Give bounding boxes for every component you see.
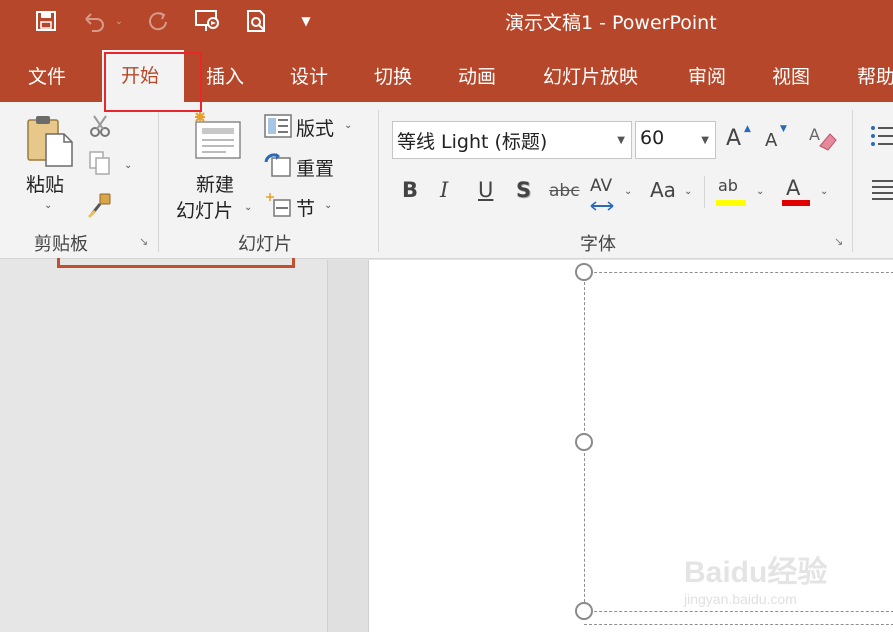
layout-dropdown-icon[interactable]: ⌄ (344, 120, 352, 131)
document-title: 演示文稿1 - PowerPoint (505, 12, 717, 34)
char-spacing-arrow-icon (589, 196, 615, 215)
font-name-dropdown-icon[interactable]: ▼ (617, 135, 625, 146)
highlight-button[interactable]: ab (718, 176, 738, 195)
customize-qa-icon[interactable]: ▼ (296, 8, 316, 34)
tab-home-label: 开始 (121, 65, 160, 87)
title-bar: ⌄ ▼ 演示文稿1 - PowerPoint (0, 0, 893, 50)
font-size-combo[interactable]: 60 ▼ (635, 121, 716, 159)
align-icon[interactable] (868, 178, 893, 204)
undo-dropdown-icon[interactable]: ⌄ (112, 8, 126, 34)
redo-icon[interactable] (144, 8, 172, 34)
reset-icon[interactable] (264, 152, 292, 182)
resize-handle-middle-left[interactable] (575, 433, 593, 451)
section-label[interactable]: 节 (296, 194, 315, 221)
undo-icon[interactable] (80, 8, 108, 34)
new-slide-icon[interactable] (190, 110, 244, 164)
shrink-font-icon[interactable]: A (765, 130, 777, 151)
font-name-combo[interactable]: 等线 Light (标题) ▼ (392, 121, 632, 159)
change-case-button[interactable]: Aa (650, 178, 676, 202)
reset-label[interactable]: 重置 (296, 154, 334, 181)
font-name-value: 等线 Light (标题) (397, 131, 548, 153)
save-icon[interactable] (32, 8, 60, 34)
layout-label[interactable]: 版式 (296, 114, 334, 141)
tab-animations[interactable]: 动画 (458, 62, 496, 89)
copy-dropdown-icon[interactable]: ⌄ (124, 160, 132, 171)
layout-icon[interactable] (264, 114, 292, 142)
selected-slide-thumbnail[interactable] (57, 258, 295, 268)
underline-button[interactable]: U (478, 178, 493, 202)
font-group-label: 字体 (580, 234, 616, 255)
grow-font-icon[interactable]: A (726, 126, 741, 151)
tab-insert[interactable]: 插入 (206, 62, 244, 89)
print-preview-icon[interactable] (242, 8, 272, 34)
font-size-dropdown-icon[interactable]: ▼ (701, 135, 709, 146)
bold-button[interactable]: B (402, 178, 418, 202)
watermark-url: jingyan.baidu.com (684, 591, 797, 607)
tab-transitions[interactable]: 切换 (374, 62, 412, 89)
separator (704, 176, 705, 208)
clipboard-group-label: 剪贴板 (34, 234, 88, 255)
clipboard-launcher-icon[interactable]: ↘ (139, 236, 151, 248)
section-dropdown-icon[interactable]: ⌄ (324, 200, 332, 211)
format-painter-icon[interactable] (86, 192, 114, 222)
italic-button[interactable]: I (440, 178, 448, 202)
tab-slideshow[interactable]: 幻灯片放映 (543, 62, 638, 89)
tab-help[interactable]: 帮助 (857, 62, 893, 89)
svg-text:A: A (809, 125, 820, 144)
watermark: Baidu经验 jingyan.baidu.com (676, 535, 851, 615)
tab-design[interactable]: 设计 (290, 62, 328, 89)
paste-icon[interactable] (24, 112, 76, 168)
font-size-value: 60 (640, 127, 665, 149)
tab-review[interactable]: 审阅 (688, 62, 726, 89)
text-shadow-button[interactable]: S (516, 178, 531, 202)
grow-arrow-icon: ▲ (744, 124, 751, 134)
ribbon-home: 粘贴 ⌄ ⌄ 剪贴板 ↘ 新建 幻灯片 ⌄ 版式 ⌄ 重置 节 ⌄ 幻灯片 等线… (0, 102, 893, 259)
resize-handle-bottom-left[interactable] (575, 602, 593, 620)
cut-icon[interactable] (88, 114, 112, 142)
font-color-swatch (782, 200, 810, 206)
pane-splitter[interactable] (327, 260, 368, 632)
strikethrough-button[interactable]: abc (549, 181, 580, 201)
tab-home[interactable]: 开始 (102, 50, 184, 103)
font-color-dropdown-icon[interactable]: ⌄ (820, 186, 828, 197)
new-slide-label-2[interactable]: 幻灯片 (176, 196, 233, 223)
font-color-button[interactable]: A (786, 176, 800, 200)
subtitle-placeholder[interactable] (584, 624, 893, 632)
new-slide-label-1[interactable]: 新建 (196, 170, 234, 197)
watermark-logo: Baidu经验 (684, 556, 828, 589)
slides-group-label: 幻灯片 (238, 234, 292, 255)
group-separator (852, 110, 853, 252)
paste-dropdown-icon[interactable]: ⌄ (44, 200, 52, 211)
slide-thumbnail-pane[interactable] (0, 260, 327, 632)
group-separator (158, 110, 159, 252)
change-case-dropdown-icon[interactable]: ⌄ (684, 186, 692, 197)
section-icon[interactable] (264, 192, 292, 222)
font-launcher-icon[interactable]: ↘ (834, 236, 846, 248)
shrink-arrow-icon: ▼ (780, 124, 787, 134)
paste-label[interactable]: 粘贴 (26, 170, 64, 197)
tab-file[interactable]: 文件 (28, 62, 66, 89)
char-spacing-button[interactable]: AV (590, 176, 612, 196)
highlight-dropdown-icon[interactable]: ⌄ (756, 186, 764, 197)
copy-icon[interactable] (88, 150, 112, 180)
present-icon[interactable] (192, 8, 222, 34)
group-separator (378, 110, 379, 252)
highlight-color-swatch (716, 200, 746, 206)
bullets-icon[interactable] (868, 124, 893, 152)
tab-view[interactable]: 视图 (772, 62, 810, 89)
new-slide-dropdown-icon[interactable]: ⌄ (244, 202, 252, 213)
char-spacing-dropdown-icon[interactable]: ⌄ (624, 186, 632, 197)
clear-formatting-icon[interactable]: A (808, 122, 838, 156)
resize-handle-top-left[interactable] (575, 263, 593, 281)
